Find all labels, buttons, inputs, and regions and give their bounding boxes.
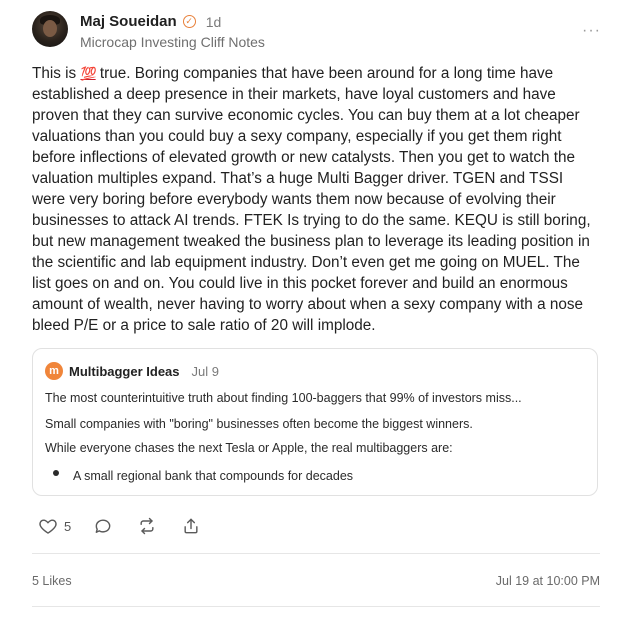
post-text-start: This is	[32, 65, 77, 82]
comment-button[interactable]	[93, 516, 113, 536]
bullet-dot-icon	[53, 470, 59, 476]
verified-badge-icon: ✓	[182, 15, 196, 28]
post-time[interactable]: 1d	[206, 14, 222, 30]
multibagger-logo-icon: m	[45, 362, 63, 380]
quoted-post-author[interactable]: Multibagger Ideas	[69, 364, 180, 379]
like-button[interactable]: 5	[38, 516, 71, 536]
quoted-post-header: m Multibagger Ideas Jul 9	[45, 362, 219, 380]
author-name[interactable]: Maj Soueidan	[80, 13, 177, 30]
action-bar: 5	[38, 516, 201, 536]
post-body: This is 💯 true. Boring companies that ha…	[32, 63, 600, 336]
divider-top	[32, 553, 600, 554]
more-options-icon[interactable]: ···	[582, 22, 601, 40]
author-avatar[interactable]	[32, 11, 68, 47]
quoted-line-3: While everyone chases the next Tesla or …	[45, 441, 453, 455]
quoted-line-2: Small companies with "boring" businesses…	[45, 417, 473, 431]
share-icon	[184, 518, 198, 534]
quoted-post-date: Jul 9	[191, 363, 219, 379]
comment-icon	[95, 519, 111, 533]
post-text-rest: true. Boring companies that have been ar…	[32, 65, 591, 334]
quoted-post-card[interactable]: m Multibagger Ideas Jul 9 The most count…	[32, 348, 598, 496]
heart-icon	[39, 519, 57, 534]
restack-icon	[140, 517, 154, 535]
author-row: Maj Soueidan ✓ 1d	[80, 13, 221, 30]
like-count: 5	[64, 518, 72, 534]
quoted-bullet-1: A small regional bank that compounds for…	[73, 469, 354, 483]
hundred-points-emoji: 💯	[80, 66, 96, 81]
publication-name[interactable]: Microcap Investing Cliff Notes	[80, 34, 265, 50]
avatar-face	[43, 20, 57, 37]
restack-button[interactable]	[137, 516, 157, 536]
likes-count-link[interactable]: 5 Likes	[32, 574, 72, 588]
divider-bottom	[32, 606, 600, 607]
share-button[interactable]	[181, 516, 201, 536]
quoted-line-1: The most counterintuitive truth about fi…	[45, 391, 522, 405]
post-timestamp: Jul 19 at 10:00 PM	[495, 574, 600, 588]
